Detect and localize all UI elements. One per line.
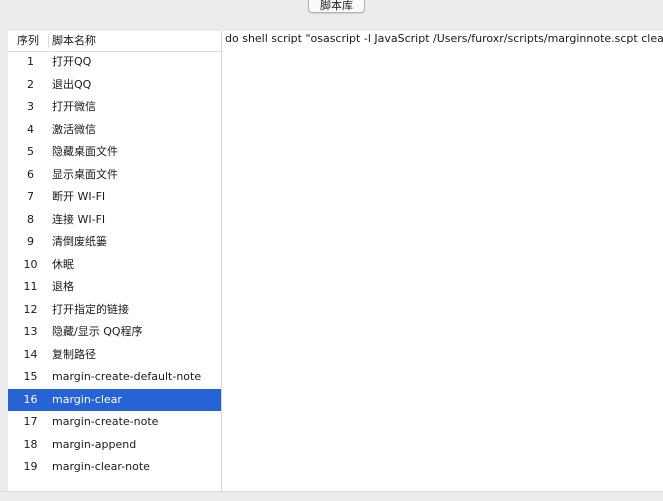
list-item-name: 复制路径 — [52, 347, 96, 361]
list-item-index: 14 — [23, 347, 38, 361]
list-item-name: 连接 WI-FI — [52, 212, 106, 226]
list-item-index: 18 — [23, 437, 38, 451]
list-item[interactable]: 6 显示桌面文件 — [8, 164, 221, 187]
list-item[interactable]: 16 margin-clear — [8, 388, 221, 411]
script-content[interactable]: do shell script "osascript -l JavaScript… — [225, 32, 663, 46]
list-item-index: 5 — [27, 145, 34, 158]
script-list-panel: 序列 脚本名称 1 打开QQ 2 退出QQ 3 打开微信 4 激活微信 5 隐藏桌面文件 6 显示桌面… — [8, 31, 222, 491]
column-header-name[interactable]: 脚本名称 — [52, 31, 96, 51]
list-item-name: 隐藏/显示 QQ程序 — [52, 325, 143, 338]
list-item-index: 19 — [23, 460, 38, 473]
script-editor[interactable]: do shell script "osascript -l JavaScript… — [222, 31, 663, 491]
list-item[interactable]: 1 打开QQ — [8, 51, 221, 74]
list-item-index: 12 — [23, 302, 38, 316]
list-item-index: 3 — [27, 100, 34, 113]
list-item[interactable]: 12 打开指定的链接 — [8, 299, 221, 322]
list-item[interactable]: 9 清倒废纸篓 — [8, 231, 221, 254]
list-item-index: 9 — [27, 235, 34, 248]
column-divider — [48, 34, 49, 48]
list-item-index: 15 — [23, 370, 38, 383]
list-item[interactable]: 8 连接 WI-FI — [8, 209, 221, 232]
list-item[interactable]: 4 激活微信 — [8, 119, 221, 142]
list-item[interactable]: 10 休眠 — [8, 254, 221, 277]
list-item[interactable]: 11 退格 — [8, 276, 221, 299]
list-item-name: margin-create-default-note — [52, 370, 202, 383]
list-item[interactable]: 5 隐藏桌面文件 — [8, 141, 221, 164]
list-item-index: 8 — [27, 212, 34, 226]
column-header-index[interactable]: 序列 — [8, 31, 48, 51]
list-item-name: margin-clear-note — [52, 460, 150, 473]
list-item[interactable]: 13 隐藏/显示 QQ程序 — [8, 321, 221, 344]
list-item-index: 16 — [23, 392, 38, 406]
list-item-name: 打开微信 — [52, 100, 96, 113]
list-item-index: 6 — [27, 167, 34, 181]
list-item[interactable]: 14 复制路径 — [8, 344, 221, 367]
list-item-index: 2 — [27, 77, 34, 91]
list-item-name: 打开QQ — [52, 55, 92, 68]
list-item-name: margin-append — [52, 437, 137, 451]
list-item[interactable]: 2 退出QQ — [8, 74, 221, 97]
list-item-name: 打开指定的链接 — [52, 302, 129, 316]
top-toolbar: 脚本库 — [0, 0, 663, 22]
list-item[interactable]: 7 断开 WI-FI — [8, 186, 221, 209]
list-item-name: 显示桌面文件 — [52, 167, 118, 181]
list-item-name: 断开 WI-FI — [52, 190, 106, 203]
script-library-button[interactable]: 脚本库 — [308, 0, 365, 13]
list-item-name: 退格 — [52, 280, 74, 293]
list-item-index: 17 — [23, 415, 38, 428]
list-item-name: 隐藏桌面文件 — [52, 145, 118, 158]
script-list: 1 打开QQ 2 退出QQ 3 打开微信 4 激活微信 5 隐藏桌面文件 6 显示桌面文件 7 断开 WI… — [8, 51, 221, 479]
list-item-index: 7 — [27, 190, 34, 203]
list-item-index: 1 — [27, 55, 34, 68]
list-item-name: margin-create-note — [52, 415, 159, 428]
list-header: 序列 脚本名称 — [8, 31, 221, 52]
list-item-index: 11 — [23, 280, 38, 293]
list-item-index: 10 — [23, 257, 38, 271]
list-item[interactable]: 19 margin-clear-note — [8, 456, 221, 479]
list-item-name: 退出QQ — [52, 77, 92, 91]
list-item[interactable]: 3 打开微信 — [8, 96, 221, 119]
list-item-index: 4 — [27, 122, 34, 136]
list-item-name: 激活微信 — [52, 122, 96, 136]
list-item-name: 清倒废纸篓 — [52, 235, 107, 248]
list-item-name: margin-clear — [52, 392, 122, 406]
list-item-name: 休眠 — [52, 257, 74, 271]
list-item[interactable]: 17 margin-create-note — [8, 411, 221, 434]
list-item-index: 13 — [23, 325, 38, 338]
list-item[interactable]: 15 margin-create-default-note — [8, 366, 221, 389]
list-item[interactable]: 18 margin-append — [8, 434, 221, 457]
